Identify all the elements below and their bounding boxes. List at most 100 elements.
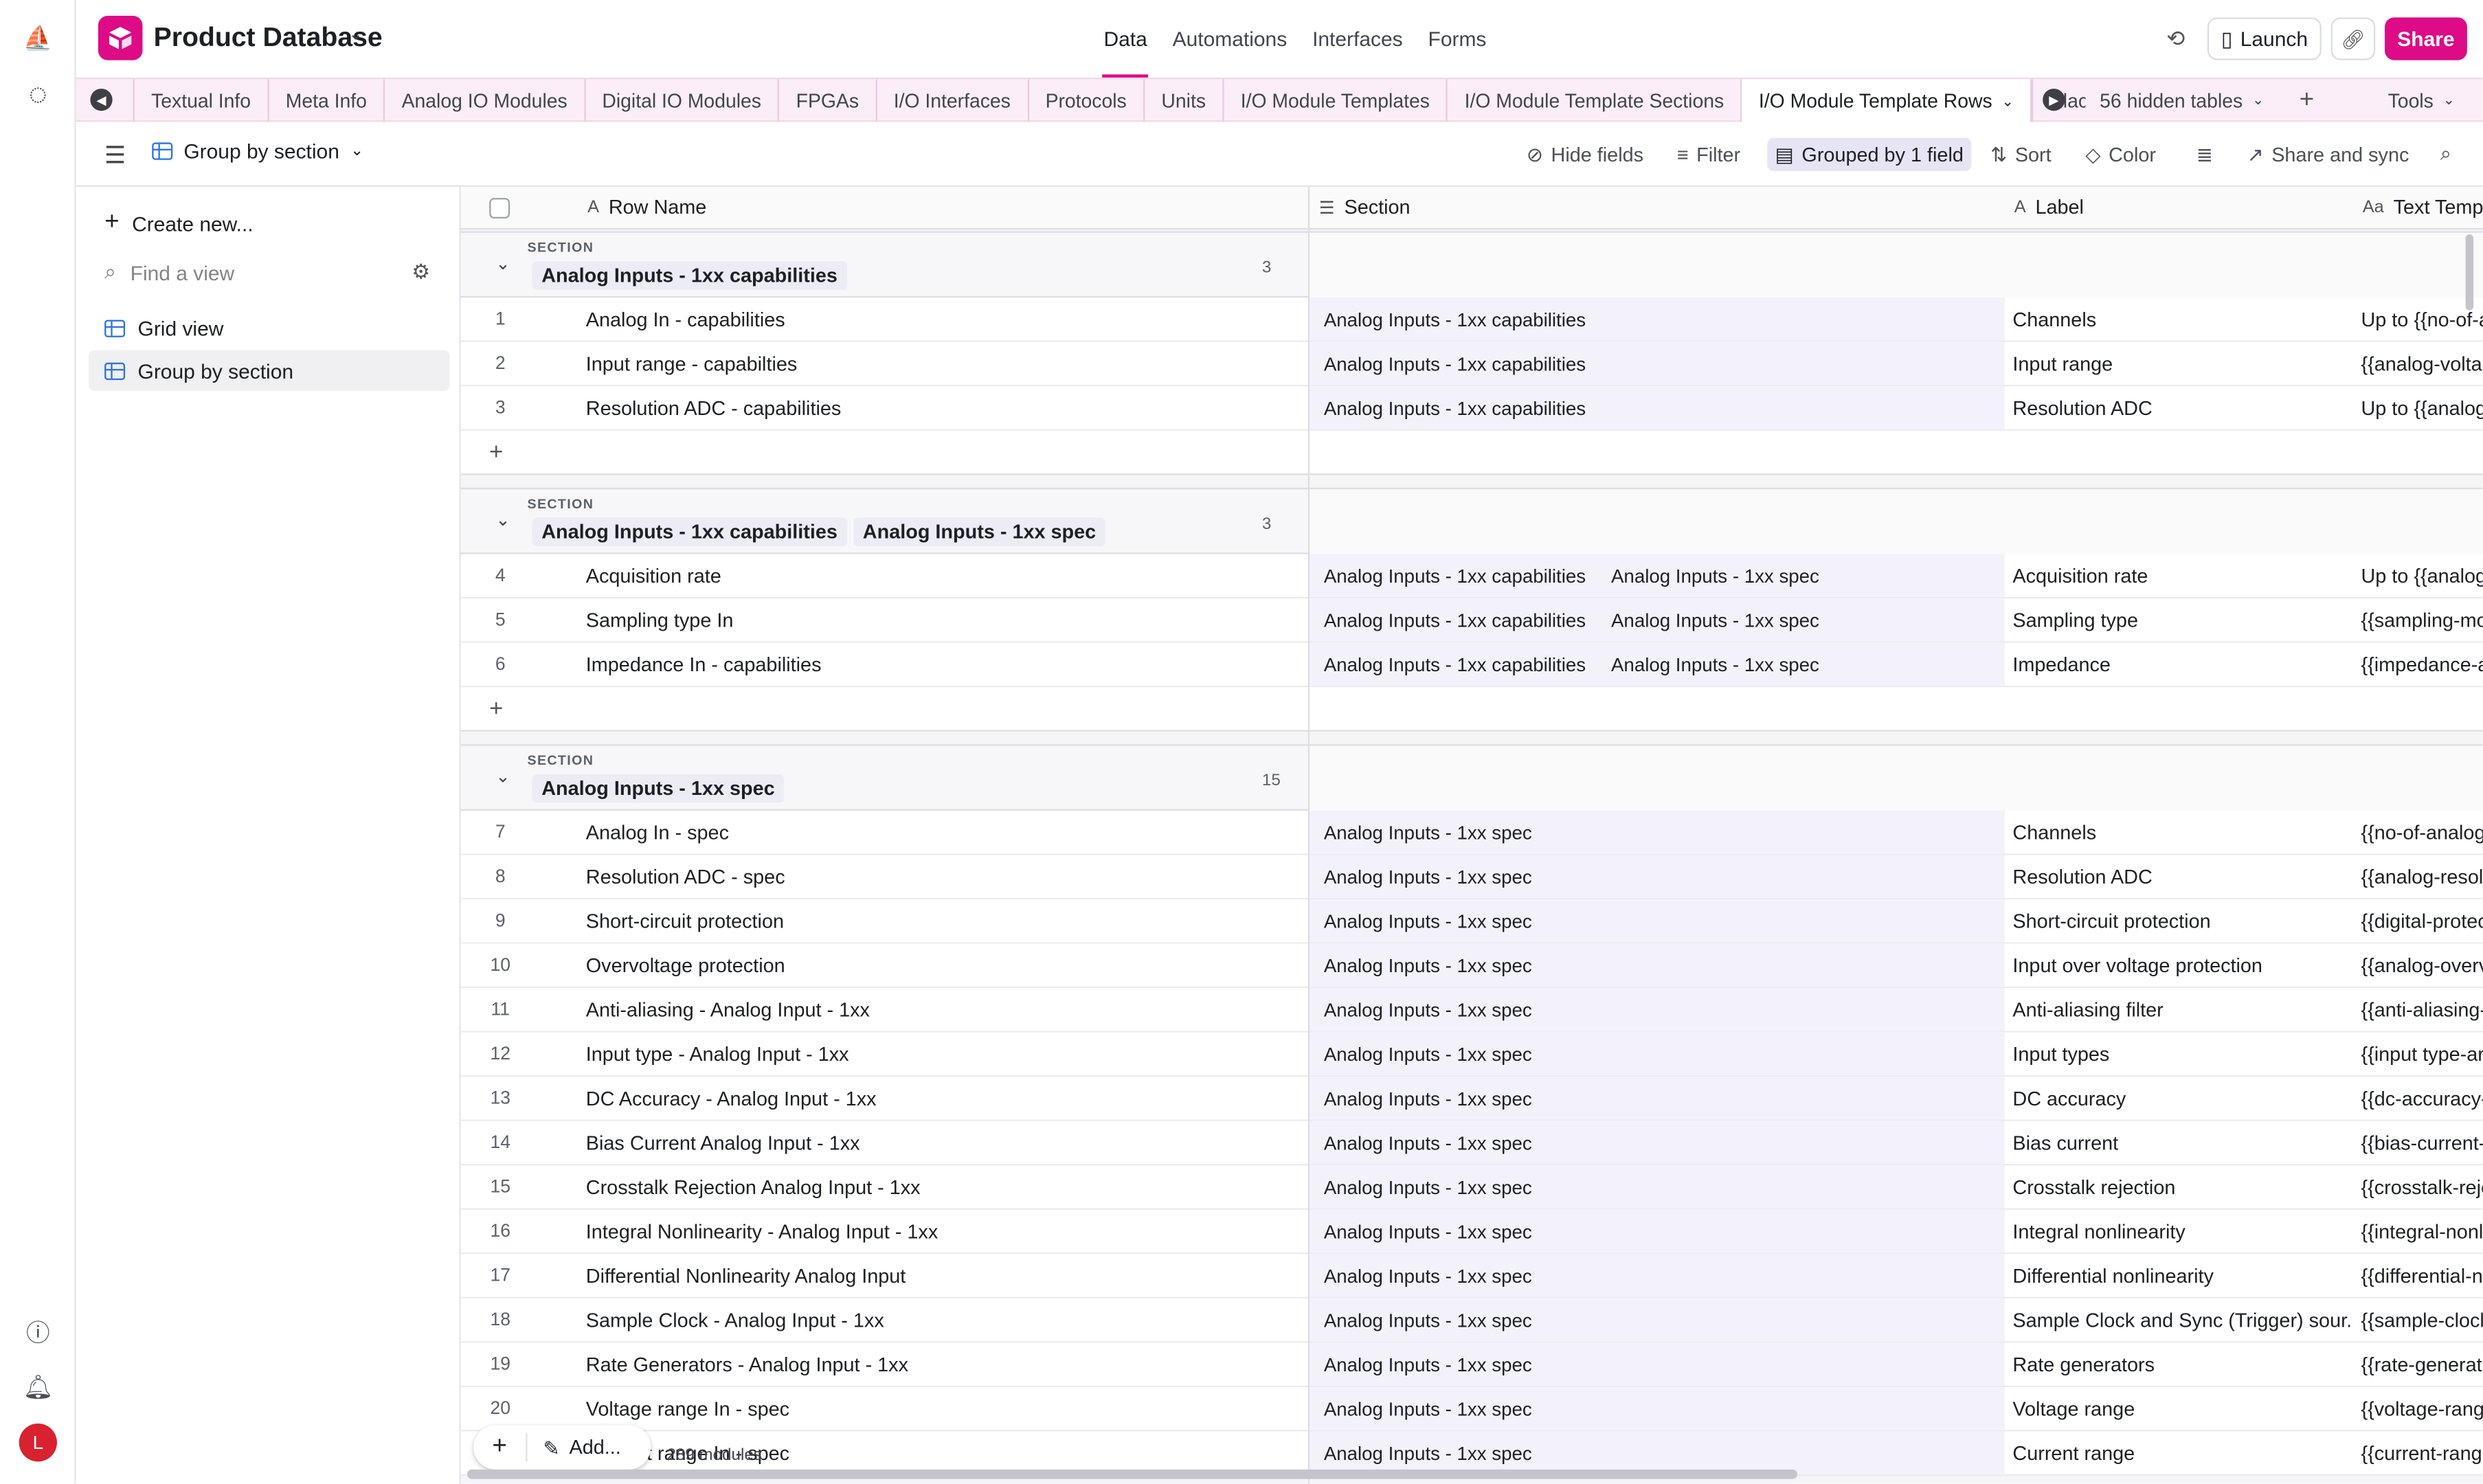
section-link-pill[interactable]: Analog Inputs - 1xx spec	[1316, 1039, 1540, 1068]
cell-text-template[interactable]: {{impedance-a	[2353, 643, 2482, 686]
table-row[interactable]: 12 Input type - Analog Input - 1xx Analog …	[460, 1032, 2483, 1077]
section-link-pill[interactable]: Analog Inputs - 1xx spec	[1316, 951, 1540, 979]
cell-label[interactable]: Resolution ADC	[2005, 855, 2353, 898]
group-header[interactable]: ⌄ SECTION Analog Inputs - 1xx spec 15	[460, 744, 2483, 811]
cell-section[interactable]: Analog Inputs - 1xx spec	[1310, 899, 2005, 943]
section-link-pill[interactable]: Analog Inputs - 1xx spec	[1316, 1350, 1540, 1378]
cell-row-name[interactable]: Resolution ADC - capabilities	[586, 386, 842, 429]
sidebar-item-grid-view[interactable]: Grid view	[89, 307, 449, 348]
create-view-button[interactable]: + Create new...	[104, 209, 254, 237]
cell-section[interactable]: Analog Inputs - 1xx spec	[1310, 988, 2005, 1031]
history-icon[interactable]: ⟲	[2158, 21, 2193, 56]
cell-section[interactable]: Analog Inputs - 1xx spec	[1310, 1254, 2005, 1297]
search-icon[interactable]: ⌕	[2432, 138, 2459, 171]
section-link-pill[interactable]: Analog Inputs - 1xx spec	[1316, 996, 1540, 1024]
share-button[interactable]: Share	[2385, 17, 2467, 60]
cell-section[interactable]: Analog Inputs - 1xx spec	[1310, 1342, 2005, 1386]
cell-label[interactable]: Acquisition rate	[2005, 554, 2353, 597]
group-header[interactable]: ⌄ SECTION Analog Inputs - 1xx capabilities…	[460, 487, 2483, 554]
cell-row-name[interactable]: Sample Clock - Analog Input - 1xx	[586, 1298, 884, 1341]
sort-button[interactable]: ⇅ Sort	[1983, 138, 2060, 171]
section-link-pill[interactable]: Analog Inputs - 1xx spec	[1316, 1217, 1540, 1245]
table-row[interactable]: 8 Resolution ADC - spec Analog Inputs - 1x…	[460, 855, 2483, 900]
cell-label[interactable]: Bias current	[2005, 1121, 2353, 1164]
section-link-pill[interactable]: Analog Inputs - 1xx capabilities	[1316, 606, 1593, 634]
section-link-pill[interactable]: Analog Inputs - 1xx spec	[1603, 650, 1827, 678]
cell-row-name[interactable]: Analog In - capabilities	[586, 297, 785, 340]
cell-text-template[interactable]: {{input type-ar	[2353, 1033, 2482, 1075]
cell-text-template[interactable]: {{differential-n	[2353, 1254, 2483, 1296]
nav-interfaces[interactable]: Interfaces	[1311, 0, 1404, 78]
cell-section[interactable]: Analog Inputs - 1xx capabilities Analog I…	[1310, 642, 2005, 686]
cell-row-name[interactable]: Integral Nonlinearity - Analog Input - 1…	[586, 1210, 938, 1252]
cell-row-name[interactable]: Overvoltage protection	[586, 944, 785, 987]
cell-text-template[interactable]: Up to {{analog	[2353, 554, 2482, 597]
table-row[interactable]: 13 DC Accuracy - Analog Input - 1xx Analog…	[460, 1077, 2483, 1121]
cell-section[interactable]: Analog Inputs - 1xx spec	[1310, 1032, 2005, 1075]
cell-text-template[interactable]: {{digital-protec	[2353, 899, 2482, 942]
cell-text-template[interactable]: {{analog-overv	[2353, 944, 2482, 987]
hidden-tables-button[interactable]: 56 hidden tables ⌄	[2100, 79, 2264, 122]
cell-label[interactable]: Crosstalk rejection	[2005, 1165, 2353, 1208]
cell-section[interactable]: Analog Inputs - 1xx spec	[1310, 1298, 2005, 1342]
nav-data[interactable]: Data	[1102, 0, 1150, 78]
cell-row-name[interactable]: Differential Nonlinearity Analog Input	[586, 1254, 906, 1296]
section-link-pill[interactable]: Analog Inputs - 1xx spec	[1316, 818, 1540, 846]
table-row[interactable]: 15 Crosstalk Rejection Analog Input - 1xx…	[460, 1165, 2483, 1210]
add-row[interactable]: +	[460, 430, 2483, 475]
cell-section[interactable]: Analog Inputs - 1xx capabilities Analog I…	[1310, 554, 2005, 597]
cell-label[interactable]: Channels	[2005, 811, 2353, 853]
cell-label[interactable]: Input types	[2005, 1033, 2353, 1075]
section-link-pill[interactable]: Analog Inputs - 1xx spec	[1316, 1084, 1540, 1112]
table-row[interactable]: 14 Bias Current Analog Input - 1xx Analog …	[460, 1121, 2483, 1166]
cell-row-name[interactable]: DC Accuracy - Analog Input - 1xx	[586, 1077, 877, 1119]
color-button[interactable]: ◇ Color	[2078, 138, 2164, 171]
tab-io-interfaces[interactable]: I/O Interfaces	[875, 79, 1027, 122]
cell-label[interactable]: Input over voltage protection	[2005, 944, 2353, 987]
cell-section[interactable]: Analog Inputs - 1xx capabilities Analog I…	[1310, 598, 2005, 642]
chevron-down-icon[interactable]: ⌄	[2001, 93, 2013, 110]
help-icon[interactable]: ⓘ	[19, 1313, 57, 1351]
section-link-pill[interactable]: Analog Inputs - 1xx capabilities	[1316, 305, 1593, 333]
add-table-icon[interactable]: +	[2300, 79, 2315, 122]
gear-icon[interactable]: ⚙︎	[412, 260, 430, 285]
copy-link-icon[interactable]: 🔗︎	[2330, 17, 2376, 60]
launch-button[interactable]: ▯ Launch	[2207, 17, 2322, 60]
nav-automations[interactable]: Automations	[1171, 0, 1288, 78]
table-row[interactable]: 17 Differential Nonlinearity Analog Input…	[460, 1254, 2483, 1298]
cell-label[interactable]: DC accuracy	[2005, 1077, 2353, 1119]
section-link-pill[interactable]: Analog Inputs - 1xx spec	[1316, 1261, 1540, 1290]
tabs-scroll-right-icon[interactable]: ▶	[2043, 89, 2065, 111]
cell-text-template[interactable]: {{sample-clock	[2353, 1298, 2482, 1341]
cell-text-template[interactable]: Up to {{no-of-a	[2353, 297, 2482, 340]
hide-fields-button[interactable]: ⊘ Hide fields	[1518, 138, 1651, 171]
cell-text-template[interactable]: {{anti-aliasing-	[2353, 988, 2482, 1031]
cell-section[interactable]: Analog Inputs - 1xx spec	[1310, 1165, 2005, 1208]
cell-row-name[interactable]: Impedance In - capabilities	[586, 643, 822, 686]
nav-forms[interactable]: Forms	[1426, 0, 1488, 78]
plus-icon[interactable]: +	[489, 438, 503, 465]
cell-section[interactable]: Analog Inputs - 1xx capabilities	[1310, 386, 2005, 429]
cell-label[interactable]: Resolution ADC	[2005, 386, 2353, 429]
table-row[interactable]: 19 Rate Generators - Analog Input - 1xx An…	[460, 1342, 2483, 1388]
cell-row-name[interactable]: Short-circuit protection	[586, 899, 784, 942]
home-logo-icon[interactable]: ⛵	[19, 19, 57, 57]
cell-label[interactable]: Sample Clock and Sync (Trigger) sour...	[2005, 1298, 2353, 1341]
cell-label[interactable]: Differential nonlinearity	[2005, 1254, 2353, 1296]
table-row[interactable]: 2 Input range - capabilties Analog Inputs …	[460, 341, 2483, 387]
section-link-pill[interactable]: Analog Inputs - 1xx spec	[1316, 1305, 1540, 1334]
section-link-pill[interactable]: Analog Inputs - 1xx spec	[1603, 561, 1827, 589]
column-header-label[interactable]: A Label	[2004, 186, 2353, 230]
chevron-down-icon[interactable]: ⌄	[495, 254, 510, 274]
cell-row-name[interactable]: Input type - Analog Input - 1xx	[586, 1033, 849, 1075]
section-link-pill[interactable]: Analog Inputs - 1xx capabilities	[1316, 650, 1593, 678]
section-link-pill[interactable]: Analog Inputs - 1xx capabilities	[1316, 394, 1593, 422]
cell-row-name[interactable]: Anti-aliasing - Analog Input - 1xx	[586, 988, 870, 1031]
tab-io-module-templates[interactable]: I/O Module Templates	[1222, 79, 1446, 122]
tab-meta-info[interactable]: Meta Info	[267, 79, 383, 122]
cell-section[interactable]: Analog Inputs - 1xx capabilities	[1310, 341, 2005, 385]
cell-label[interactable]: Integral nonlinearity	[2005, 1210, 2353, 1252]
table-row[interactable]: 16 Integral Nonlinearity - Analog Input -…	[460, 1209, 2483, 1255]
table-row[interactable]: 18 Sample Clock - Analog Input - 1xx Analo…	[460, 1298, 2483, 1343]
cell-text-template[interactable]: {{bias-current-	[2353, 1121, 2482, 1164]
